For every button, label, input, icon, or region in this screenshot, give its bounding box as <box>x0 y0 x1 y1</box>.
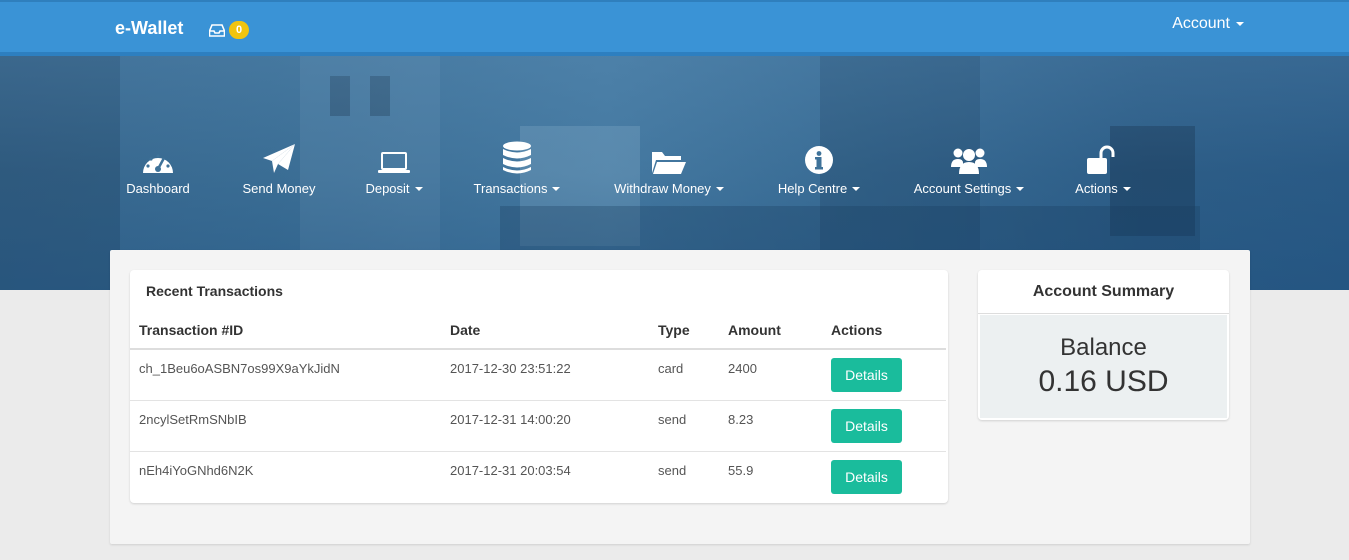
transaction-amount: 8.23 <box>728 412 754 427</box>
nav-actions[interactable]: Actions <box>1072 141 1134 196</box>
caret-down-icon <box>414 186 423 191</box>
inbox-count-badge: 0 <box>229 21 249 39</box>
account-dropdown[interactable]: Account <box>1172 15 1244 33</box>
nav-withdraw-money[interactable]: Withdraw Money <box>610 141 728 196</box>
transaction-date: 2017-12-30 23:51:22 <box>450 361 571 376</box>
nav-label: Send Money <box>242 181 316 196</box>
info-icon <box>805 146 833 174</box>
details-button[interactable]: Details <box>831 358 902 392</box>
column-header-actions: Actions <box>831 322 883 338</box>
inbox-icon <box>209 23 225 37</box>
nav-label: Actions <box>1075 181 1118 196</box>
table-row: ch_1Beu6oASBN7os99X9aYkJidN 2017-12-30 2… <box>130 350 946 401</box>
laptop-icon <box>378 152 410 173</box>
table-row: nEh4iYoGNhd6N2K 2017-12-31 20:03:54 send… <box>130 452 946 503</box>
inbox-button[interactable]: 0 <box>209 21 249 39</box>
nav-label: Deposit <box>365 181 410 196</box>
details-button[interactable]: Details <box>831 460 902 494</box>
database-icon <box>503 141 531 174</box>
transaction-date: 2017-12-31 14:00:20 <box>450 412 571 427</box>
card-title: Recent Transactions <box>146 283 283 299</box>
nav-send-money[interactable]: Send Money <box>240 141 318 196</box>
nav-label: Dashboard <box>126 181 190 196</box>
transaction-id: nEh4iYoGNhd6N2K <box>139 463 254 478</box>
nav-label: Withdraw Money <box>614 181 711 196</box>
dashboard-icon <box>143 154 173 173</box>
transaction-type: send <box>658 463 687 478</box>
transaction-id: 2ncylSetRmSNbIB <box>139 412 247 427</box>
nav-label: Help Centre <box>777 181 848 196</box>
transaction-amount: 2400 <box>728 361 757 376</box>
caret-down-icon <box>852 186 861 191</box>
caret-down-icon <box>552 186 561 191</box>
summary-title: Account Summary <box>978 270 1229 314</box>
folder-open-icon <box>652 152 686 174</box>
nav-label: Transactions <box>473 181 548 196</box>
nav-dashboard[interactable]: Dashboard <box>124 141 192 196</box>
nav-help-centre[interactable]: Help Centre <box>775 141 863 196</box>
column-header-date: Date <box>450 322 481 338</box>
caret-down-icon <box>715 186 724 191</box>
brand-logo[interactable]: e-Wallet <box>115 18 183 39</box>
transaction-type: send <box>658 412 687 427</box>
nav-deposit[interactable]: Deposit <box>364 141 424 196</box>
account-label: Account <box>1172 15 1230 32</box>
caret-down-icon <box>1236 22 1244 26</box>
transaction-type: card <box>658 361 684 376</box>
details-button[interactable]: Details <box>831 409 902 443</box>
top-navbar: e-Wallet 0 Account <box>0 0 1349 56</box>
column-header-amount: Amount <box>728 322 781 338</box>
balance-value: 0.16 USD <box>1038 365 1169 398</box>
main-nav: Dashboard Send Money Deposit Transaction… <box>0 141 1349 201</box>
column-header-id: Transaction #ID <box>139 322 244 338</box>
transaction-amount: 55.9 <box>728 463 754 478</box>
unlock-icon <box>1087 145 1115 174</box>
transaction-date: 2017-12-31 20:03:54 <box>450 463 571 478</box>
users-icon <box>951 148 987 174</box>
nav-transactions[interactable]: Transactions <box>470 141 564 196</box>
account-summary-card: Account Summary Balance 0.16 USD <box>978 270 1229 420</box>
table-row: 2ncylSetRmSNbIB 2017-12-31 14:00:20 send… <box>130 401 946 452</box>
paper-plane-icon <box>263 144 295 173</box>
column-header-type: Type <box>658 322 690 338</box>
nav-account-settings[interactable]: Account Settings <box>910 141 1028 196</box>
transaction-id: ch_1Beu6oASBN7os99X9aYkJidN <box>139 361 340 376</box>
recent-transactions-card: Recent Transactions Transaction #ID Date… <box>130 270 948 503</box>
nav-label: Account Settings <box>913 181 1012 196</box>
caret-down-icon <box>1122 186 1131 191</box>
balance-label: Balance <box>1060 334 1147 361</box>
balance-panel: Balance 0.16 USD <box>980 315 1227 418</box>
caret-down-icon <box>1016 186 1025 191</box>
